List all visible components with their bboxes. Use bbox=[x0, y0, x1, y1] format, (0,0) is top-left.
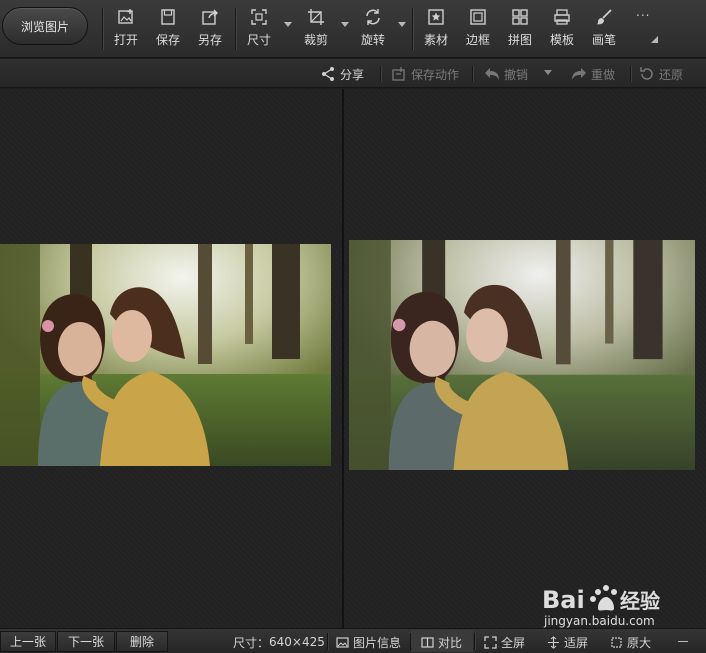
template-label: 模板 bbox=[550, 33, 575, 47]
image-size-readout: 尺寸： 640×425 bbox=[233, 633, 325, 651]
original-photo bbox=[0, 244, 331, 466]
share-label: 分享 bbox=[340, 67, 365, 82]
open-button[interactable]: 打开 bbox=[114, 8, 138, 52]
status-bar: 上一张 下一张 删除 尺寸： 640×425 图片信息 对比 全屏 适屏 原大 bbox=[0, 628, 706, 653]
collage-button[interactable]: 拼图 bbox=[508, 8, 532, 52]
restore-label: 还原 bbox=[659, 67, 684, 82]
svg-text:Bai: Bai bbox=[542, 586, 585, 614]
toolbar-separator bbox=[412, 8, 413, 50]
rotate-icon bbox=[366, 9, 380, 25]
brush-button[interactable]: 画笔 bbox=[592, 8, 616, 52]
compare-button[interactable]: 对比 bbox=[421, 633, 462, 651]
save-as-button[interactable]: 另存 bbox=[198, 8, 222, 52]
crop-icon bbox=[308, 9, 324, 25]
resize-dropdown-icon[interactable] bbox=[284, 22, 292, 27]
undo-label: 撤销 bbox=[504, 67, 529, 82]
resize-label: 尺寸 bbox=[247, 33, 272, 47]
expand-corner-icon[interactable] bbox=[651, 36, 658, 43]
fullscreen-icon bbox=[484, 635, 497, 649]
size-label: 尺寸： bbox=[233, 635, 270, 650]
next-image-button[interactable]: 下一张 bbox=[57, 631, 115, 652]
collage-label: 拼图 bbox=[508, 33, 533, 47]
image-info-icon bbox=[336, 636, 349, 648]
more-dots-icon: ... bbox=[636, 5, 651, 19]
save-button[interactable]: 保存 bbox=[156, 8, 180, 52]
restore-icon bbox=[640, 67, 653, 80]
svg-text:jingyan.baidu.com: jingyan.baidu.com bbox=[543, 614, 655, 628]
crop-dropdown-icon[interactable] bbox=[341, 22, 349, 27]
open-image-icon bbox=[118, 9, 133, 24]
prev-image-button[interactable]: 上一张 bbox=[0, 631, 56, 652]
undo-dropdown-icon[interactable] bbox=[544, 70, 552, 75]
save-as-icon bbox=[202, 9, 218, 25]
fullscreen-label: 全屏 bbox=[501, 635, 526, 650]
fit-screen-icon bbox=[548, 635, 559, 649]
frame-button[interactable]: 边框 bbox=[466, 8, 490, 52]
status-separator bbox=[474, 633, 475, 650]
fullscreen-button[interactable]: 全屏 bbox=[484, 633, 525, 651]
rotate-label: 旋转 bbox=[361, 33, 386, 47]
browse-images-button[interactable]: 浏览图片 bbox=[2, 7, 88, 45]
material-button[interactable]: 素材 bbox=[424, 8, 448, 52]
brush-icon bbox=[596, 9, 612, 25]
toolbar-separator bbox=[235, 8, 236, 50]
open-label: 打开 bbox=[114, 33, 139, 47]
size-value: 640×425 bbox=[269, 635, 325, 649]
save-as-label: 另存 bbox=[198, 33, 223, 47]
collage-grid-icon bbox=[512, 9, 528, 25]
original-size-button[interactable]: 原大 bbox=[610, 633, 651, 651]
compare-icon bbox=[421, 636, 434, 648]
redo-label: 重做 bbox=[591, 67, 616, 82]
compare-label: 对比 bbox=[438, 635, 463, 650]
share-icon bbox=[322, 67, 334, 81]
undo-button[interactable]: 撤销 bbox=[484, 65, 528, 83]
save-action-icon bbox=[392, 67, 405, 81]
frame-label: 边框 bbox=[466, 33, 491, 47]
fit-screen-button[interactable]: 适屏 bbox=[547, 633, 588, 651]
frame-icon bbox=[470, 9, 486, 25]
template-button[interactable]: 模板 bbox=[550, 8, 574, 52]
crop-label: 裁剪 bbox=[304, 33, 329, 47]
redo-button[interactable]: 重做 bbox=[571, 65, 615, 83]
redo-icon bbox=[572, 68, 586, 80]
template-printer-icon bbox=[554, 9, 570, 25]
main-toolbar: 浏览图片 打开 保存 另存 尺寸 裁剪 旋转 素材 边框 拼图 模板 画笔 ..… bbox=[0, 0, 706, 58]
zoom-out-icon[interactable] bbox=[678, 641, 688, 642]
original-size-label: 原大 bbox=[627, 635, 652, 650]
undo-icon bbox=[485, 68, 499, 80]
svg-text:经验: 经验 bbox=[620, 589, 660, 613]
action-separator bbox=[630, 66, 631, 82]
material-label: 素材 bbox=[424, 33, 449, 47]
toolbar-separator bbox=[102, 8, 103, 50]
resize-button[interactable]: 尺寸 bbox=[247, 8, 271, 52]
resize-icon bbox=[251, 9, 267, 25]
edited-photo bbox=[349, 240, 695, 470]
action-separator bbox=[380, 66, 381, 82]
delete-button[interactable]: 删除 bbox=[116, 631, 168, 652]
star-material-icon bbox=[428, 9, 444, 25]
rotate-dropdown-icon[interactable] bbox=[398, 22, 406, 27]
rotate-button[interactable]: 旋转 bbox=[361, 8, 385, 52]
share-button[interactable]: 分享 bbox=[320, 65, 364, 83]
save-label: 保存 bbox=[156, 33, 181, 47]
action-bar: 分享 保存动作 撤销 重做 还原 bbox=[0, 59, 706, 88]
image-info-label: 图片信息 bbox=[353, 635, 402, 650]
fit-screen-label: 适屏 bbox=[564, 635, 589, 650]
brush-label: 画笔 bbox=[592, 33, 617, 47]
action-separator bbox=[472, 66, 473, 82]
original-size-icon bbox=[611, 636, 622, 648]
status-separator bbox=[327, 633, 328, 650]
restore-button[interactable]: 还原 bbox=[639, 65, 683, 83]
save-action-label: 保存动作 bbox=[411, 67, 460, 82]
baidu-jingyan-watermark: Bai 经验 jingyan.baidu.com bbox=[540, 580, 700, 628]
image-info-button[interactable]: 图片信息 bbox=[336, 633, 401, 651]
save-disk-icon bbox=[161, 9, 175, 25]
save-action-button[interactable]: 保存动作 bbox=[391, 65, 459, 83]
more-button[interactable]: ... bbox=[636, 5, 650, 49]
crop-button[interactable]: 裁剪 bbox=[304, 8, 328, 52]
